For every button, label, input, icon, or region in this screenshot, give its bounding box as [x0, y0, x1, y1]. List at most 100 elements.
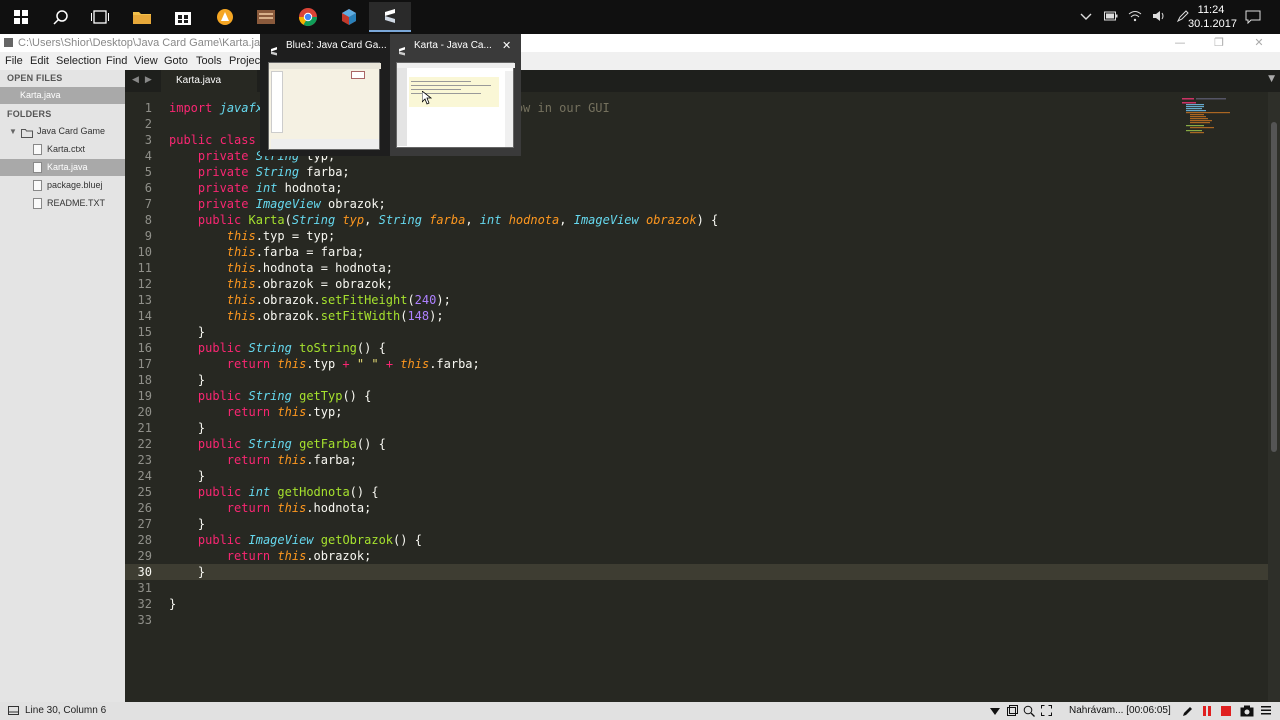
fullscreen-icon[interactable]	[1041, 705, 1052, 719]
line-number: 7	[144, 197, 152, 211]
magnifier-icon[interactable]	[1023, 705, 1035, 720]
dice-app-icon[interactable]	[328, 2, 370, 32]
chevron-down-icon[interactable]: ▼	[9, 123, 17, 140]
tab-karta-java[interactable]: Karta.java	[161, 70, 257, 92]
close-button[interactable]: ✕	[1239, 34, 1279, 52]
sublime-app-icon	[4, 38, 13, 47]
line-number: 10	[137, 245, 152, 259]
file-item[interactable]: Karta.java	[0, 159, 125, 176]
scrollbar-thumb[interactable]	[1271, 122, 1277, 452]
panel-toggle-icon[interactable]	[8, 706, 19, 718]
preview-thumbnail	[268, 62, 381, 150]
code-line: private ImageView obrazok;	[197, 197, 386, 211]
line-number: 1	[144, 101, 152, 115]
pencil-icon[interactable]	[1182, 705, 1194, 720]
open-file-item[interactable]: Karta.java	[0, 87, 125, 104]
tab-dropdown-icon[interactable]: ▼	[1268, 74, 1275, 84]
tab-label: Karta.java	[176, 75, 222, 86]
menu-view[interactable]: View	[134, 55, 158, 67]
code-line: }	[169, 373, 206, 387]
file-explorer-icon[interactable]	[121, 2, 163, 32]
code-line: public int getHodnota() {	[197, 485, 379, 499]
preview-item-bluej[interactable]: BlueJ: Java Card Ga...	[260, 34, 388, 156]
clock-date: 30.1.2017	[1188, 18, 1237, 30]
volume-icon[interactable]	[1152, 10, 1166, 25]
code-line: public Karta(String typ, String farba, i…	[197, 213, 719, 227]
maximize-button[interactable]: ❐	[1199, 34, 1239, 52]
line-number: 11	[137, 261, 152, 275]
folder-item[interactable]: ▼ Java Card Game	[0, 123, 125, 140]
folder-label: Java Card Game	[37, 126, 106, 136]
line-number: 26	[137, 501, 152, 515]
stop-record-icon[interactable]	[1221, 706, 1231, 719]
code-line: return this.farba;	[226, 453, 357, 467]
menu-goto[interactable]: Goto	[164, 55, 188, 67]
minimap[interactable]	[1180, 97, 1240, 137]
current-line-highlight	[125, 564, 1280, 580]
taskbar-clock[interactable]: 11:24 30.1.2017	[1188, 3, 1237, 31]
minimize-button[interactable]: —	[1160, 34, 1200, 52]
network-icon[interactable]	[1128, 10, 1142, 25]
power-icon[interactable]	[1104, 11, 1118, 24]
vertical-scrollbar[interactable]	[1268, 92, 1280, 702]
line-number: 24	[137, 469, 152, 483]
avast-icon[interactable]	[204, 2, 246, 32]
menu-selection[interactable]: Selection	[56, 55, 101, 67]
preview-close-button[interactable]: ✕	[502, 39, 511, 52]
line-number: 21	[137, 421, 152, 435]
line-number: 2	[144, 117, 152, 131]
code-line: }	[169, 469, 206, 483]
menu-project[interactable]: Project	[229, 55, 263, 67]
status-bar: Line 30, Column 6 Nahrávam... [00:06:05]	[0, 702, 1280, 720]
system-tray	[1080, 0, 1190, 34]
preview-item-karta[interactable]: Karta - Java Ca... ✕	[390, 34, 521, 156]
archive-app-icon[interactable]	[245, 2, 287, 32]
line-number: 30	[137, 565, 152, 579]
line-number: 4	[144, 149, 152, 163]
window-icon[interactable]	[1007, 705, 1018, 719]
line-number: 9	[144, 229, 152, 243]
folders-header: FOLDERS	[7, 109, 52, 119]
menu-find[interactable]: Find	[106, 55, 127, 67]
package-token: javafx	[219, 101, 263, 115]
code-line: this.farba = farba;	[226, 245, 365, 259]
file-item[interactable]: package.bluej	[0, 177, 125, 194]
search-icon[interactable]	[40, 2, 82, 32]
code-line: }	[169, 517, 206, 531]
file-icon	[33, 180, 42, 191]
menu-edit[interactable]: Edit	[30, 55, 49, 67]
task-view-icon[interactable]	[79, 2, 121, 32]
windows-start-icon[interactable]	[0, 2, 42, 32]
camera-icon[interactable]	[1240, 705, 1254, 720]
menu-tools[interactable]: Tools	[196, 55, 222, 67]
tab-nav-arrows-icon[interactable]: ◀▶	[132, 75, 158, 85]
code-editor[interactable]: 1 2 3 4 5 6 7 8 9 10 11 12 13 14 15 16 17 18 19 20 21 22 23 24 2…	[125, 92, 1280, 702]
line-number: 6	[144, 181, 152, 195]
open-files-header: OPEN FILES	[7, 73, 63, 83]
store-icon[interactable]	[162, 2, 204, 32]
file-label: Karta.java	[47, 162, 88, 172]
line-number: 27	[137, 517, 152, 531]
line-number: 25	[137, 485, 152, 499]
line-number: 14	[137, 309, 152, 323]
line-number: 28	[137, 533, 152, 547]
line-number: 15	[137, 325, 152, 339]
sublime-text-icon[interactable]	[369, 2, 411, 32]
title-bar[interactable]: C:\Users\Shior\Desktop\Java Card Game\Ka…	[0, 34, 1280, 52]
chevron-up-icon[interactable]	[1080, 11, 1092, 24]
keyword-token: import	[169, 101, 213, 115]
file-item[interactable]: Karta.ctxt	[0, 141, 125, 158]
triangle-down-icon[interactable]	[990, 707, 1000, 718]
notification-icon[interactable]	[1245, 0, 1261, 34]
menu-icon[interactable]	[1261, 705, 1271, 718]
line-number: 16	[137, 341, 152, 355]
code-line: return this.hodnota;	[226, 501, 372, 515]
pause-record-icon[interactable]	[1202, 706, 1212, 719]
file-item[interactable]: README.TXT	[0, 195, 125, 212]
chrome-icon[interactable]	[287, 2, 329, 32]
code-line: }	[169, 597, 177, 611]
code-line: public String toString() {	[197, 341, 386, 355]
line-number: 5	[144, 165, 152, 179]
code-line: return this.typ + " " + this.farba;	[226, 357, 480, 371]
menu-file[interactable]: File	[5, 55, 23, 67]
